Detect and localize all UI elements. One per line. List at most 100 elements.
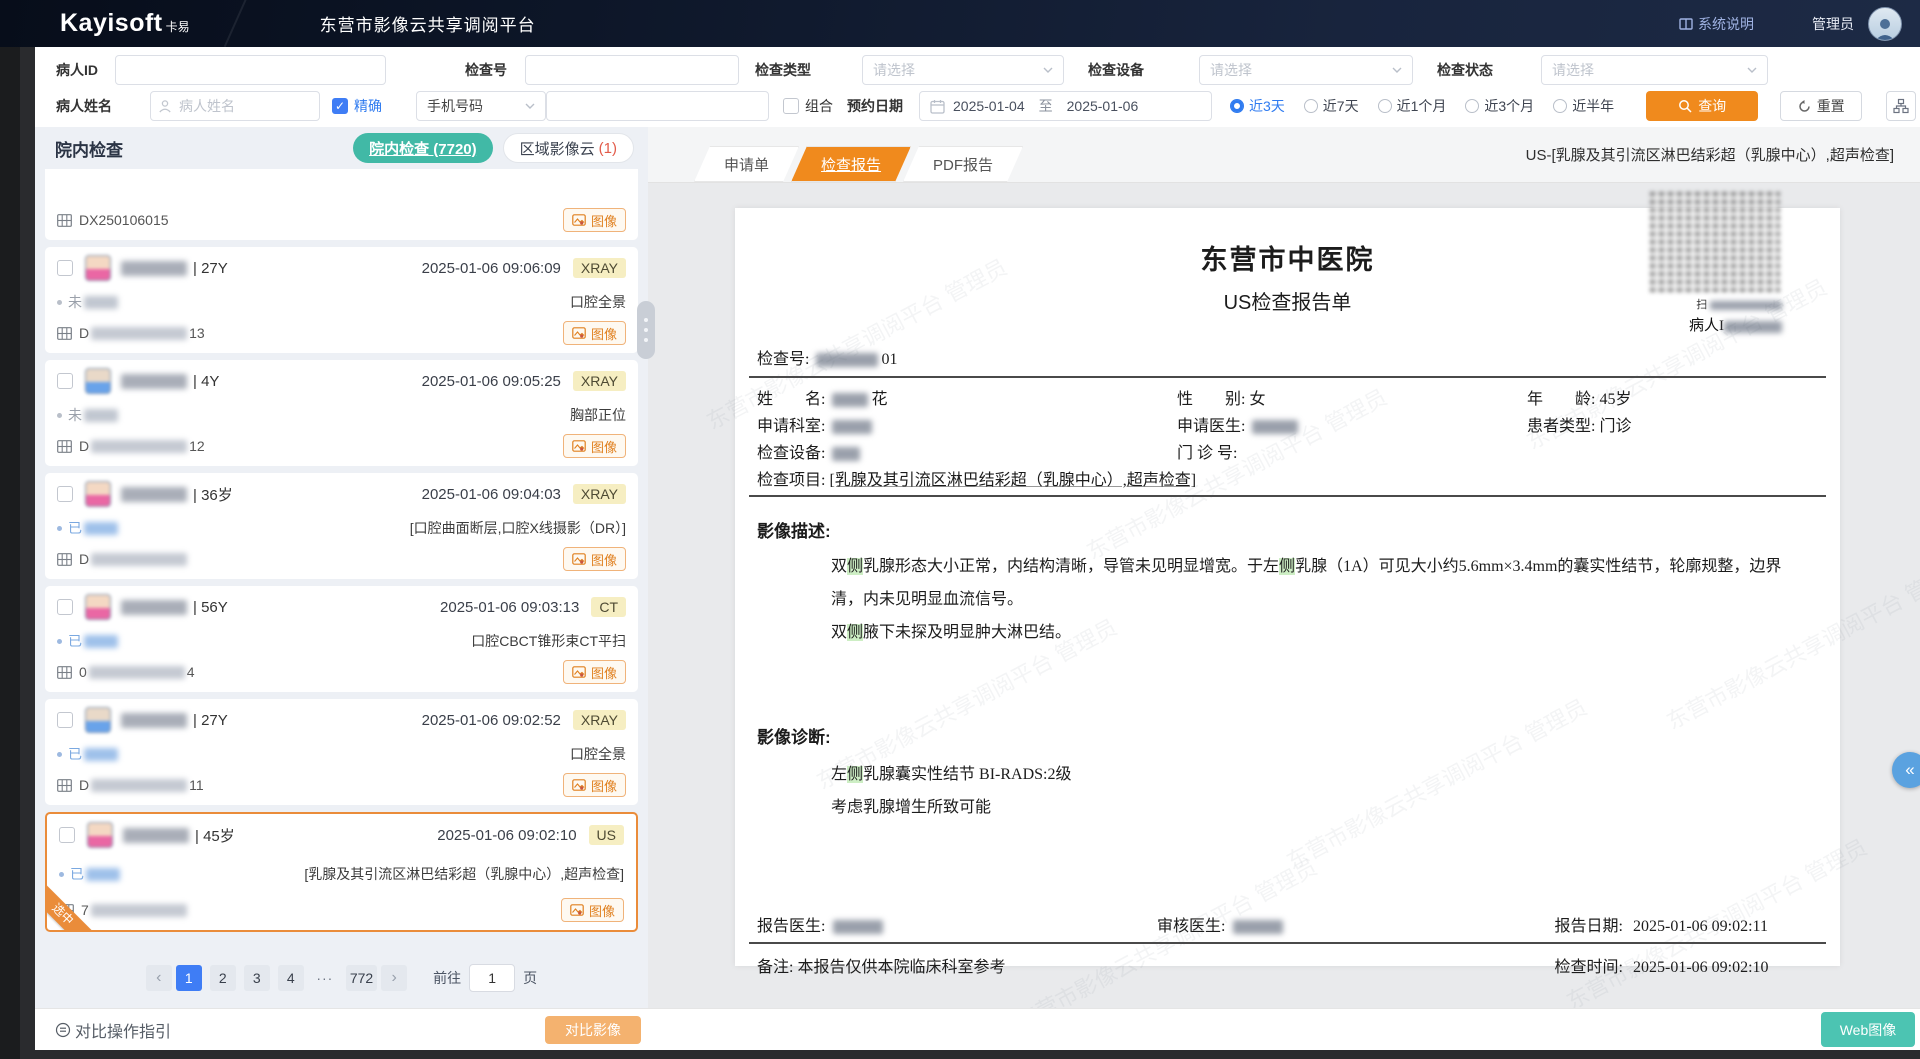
item-checkbox[interactable] (57, 599, 73, 615)
tab-exam-report[interactable]: 检查报告 (791, 146, 911, 182)
quick-range-radio[interactable]: 近半年 (1553, 96, 1614, 116)
user-avatar[interactable] (1868, 7, 1902, 41)
status-label: 检查状态 (1437, 60, 1513, 80)
tab-pdf-report[interactable]: PDF报告 (903, 146, 1023, 182)
next-page-button[interactable]: › (381, 965, 407, 991)
item-checkbox[interactable] (57, 260, 73, 276)
req-doctor-label: 申请医生: (1177, 418, 1245, 435)
page-number-button[interactable]: ··· (312, 965, 338, 991)
gender-value: 女 (1249, 391, 1265, 408)
tab-application-form[interactable]: 申请单 (694, 146, 799, 182)
web-image-button[interactable]: Web图像 (1821, 1012, 1915, 1047)
quick-range-radio[interactable]: 近1个月 (1378, 96, 1447, 116)
quick-range-radio[interactable]: 近3天 (1230, 96, 1285, 116)
status-redacted (84, 522, 118, 535)
tab-regional-cloud[interactable]: 区域影像云 (1) (503, 133, 634, 163)
diagnosis-section-title: 影像诊断: (749, 723, 1826, 748)
exam-list-item-partial[interactable]: DX250106015 图像 (45, 169, 638, 240)
view-image-button[interactable]: 图像 (563, 434, 626, 458)
report-date-label: 报告日期: (1555, 918, 1623, 935)
view-image-button[interactable]: 图像 (563, 773, 626, 797)
item-checkbox[interactable] (57, 486, 73, 502)
person-icon (158, 99, 172, 113)
image-icon (572, 440, 586, 452)
exam-time-value: 2025-01-06 09:02:10 (1633, 959, 1818, 977)
modality-badge: XRAY (573, 484, 626, 504)
system-help-link[interactable]: 系统说明 (1679, 14, 1754, 34)
status-select[interactable]: 请选择 (1541, 55, 1768, 85)
patient-name-input[interactable] (150, 91, 320, 121)
description-section-title: 影像描述: (749, 517, 1826, 542)
exam-time-label: 检查时间: (1555, 959, 1623, 976)
goto-page-input[interactable] (469, 964, 515, 992)
view-image-button[interactable]: 图像 (563, 208, 626, 232)
quick-range-radio[interactable]: 近3个月 (1465, 96, 1534, 116)
patient-id-label: 病人ID (56, 60, 115, 80)
phone-field-select[interactable]: 手机号码 (416, 91, 546, 121)
exam-type-label: 检查类型 (755, 60, 831, 80)
exam-list-item[interactable]: | 45岁 2025-01-06 09:02:10 US 已 [乳腺及其引流区淋… (45, 812, 638, 932)
age-label: 年 龄: (1527, 391, 1595, 408)
logo-text: Kayisoft (60, 9, 163, 38)
patient-avatar (85, 707, 111, 733)
bottom-toolbar: 对比操作指引 对比影像 Web图像 (35, 1008, 1920, 1050)
exam-timestamp: 2025-01-06 09:04:03 (422, 486, 561, 503)
compare-images-button[interactable]: 对比影像 (545, 1016, 641, 1044)
patient-age: | 36岁 (193, 484, 233, 505)
quick-range-radio[interactable]: 近7天 (1304, 96, 1359, 116)
status-dot-icon (57, 526, 62, 531)
report-scroll-area[interactable]: 东营市中医院 US检查报告单 扫 病人I 检查号: 01 (648, 184, 1920, 1008)
main-content: 病人ID 检查号 检查类型 请选择 检查设备 请选择 检查状态 请选择 (35, 47, 1920, 1050)
exam-list-item[interactable]: | 56Y 2025-01-06 09:03:13 CT 已 口腔CBCT锥形束… (45, 586, 638, 692)
view-image-button[interactable]: 图像 (563, 547, 626, 571)
device-placeholder: 请选择 (1210, 60, 1392, 80)
page-number-button[interactable]: 4 (278, 965, 304, 991)
opd-no-label: 门 诊 号: (1177, 445, 1237, 462)
date-range-picker[interactable]: 2025-01-04 至 2025-01-06 (919, 91, 1212, 121)
page-number-button[interactable]: 772 (346, 965, 377, 991)
page-number-button[interactable]: 3 (244, 965, 270, 991)
page-number-button[interactable]: 1 (176, 965, 202, 991)
expand-panel-button[interactable]: « (1892, 752, 1920, 788)
combine-checkbox[interactable] (783, 98, 799, 114)
status-redacted (84, 635, 118, 648)
view-image-button[interactable]: 图像 (563, 660, 626, 684)
image-icon (572, 553, 586, 565)
exam-status: 未 (57, 405, 118, 425)
tab-internal-exams[interactable]: 院内检查 (7720) (353, 133, 493, 163)
item-checkbox[interactable] (57, 712, 73, 728)
panel-splitter-handle[interactable] (637, 301, 655, 359)
page-number-button[interactable]: 2 (210, 965, 236, 991)
exam-list-item[interactable]: | 36岁 2025-01-06 09:04:03 XRAY 已 [口腔曲面断层… (45, 473, 638, 579)
exam-list-item[interactable]: | 27Y 2025-01-06 09:06:09 XRAY 未 口腔全景 D1… (45, 247, 638, 353)
device-select[interactable]: 请选择 (1199, 55, 1413, 85)
exam-status: 未 (57, 292, 118, 312)
item-checkbox[interactable] (57, 373, 73, 389)
exam-type-select[interactable]: 请选择 (862, 55, 1064, 85)
patient-id-prefix: 病人I (1689, 318, 1724, 334)
divider (749, 495, 1826, 497)
dept-label: 申请科室: (757, 418, 825, 435)
phone-input[interactable] (546, 91, 769, 121)
report-date-value: 2025-01-06 09:02:11 (1633, 918, 1818, 936)
compare-guide-link[interactable]: 对比操作指引 (55, 1018, 171, 1042)
name-redacted (832, 393, 868, 407)
view-image-button[interactable]: 图像 (561, 898, 624, 922)
report-tabs-bar: 申请单检查报告PDF报告 US-[乳腺及其引流区淋巴结彩超（乳腺中心）,超声检查… (648, 127, 1920, 183)
reset-button[interactable]: 重置 (1780, 91, 1862, 121)
remark-value: 本报告仅供本院临床科室参考 (797, 959, 1005, 976)
layout-settings-button[interactable] (1886, 91, 1916, 121)
exam-no-input[interactable] (525, 55, 739, 85)
search-button[interactable]: 查询 (1646, 91, 1758, 121)
view-image-button[interactable]: 图像 (563, 321, 626, 345)
prev-page-button[interactable]: ‹ (146, 965, 172, 991)
exam-no-row: 检查号: 01 (749, 345, 1826, 369)
item-checkbox[interactable] (59, 827, 75, 843)
top-navbar: Kayisoft 卡易 东营市影像云共享调阅平台 系统说明 管理员 (0, 0, 1920, 47)
date-separator: 至 (1039, 96, 1053, 116)
exam-list-item[interactable]: | 27Y 2025-01-06 09:02:52 XRAY 已 口腔全景 D1… (45, 699, 638, 805)
exam-id-text: DX250106015 (79, 212, 169, 228)
status-redacted (84, 409, 118, 422)
book-icon (1679, 17, 1693, 31)
exam-list-item[interactable]: | 4Y 2025-01-06 09:05:25 XRAY 未 胸部正位 D12… (45, 360, 638, 466)
